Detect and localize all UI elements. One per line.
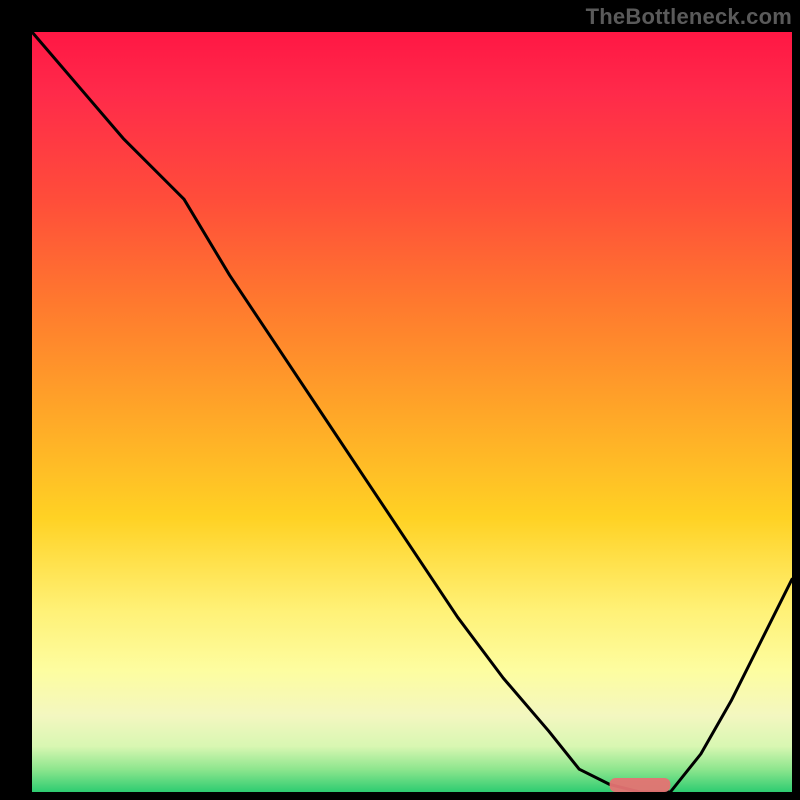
optimal-range-marker <box>610 778 671 792</box>
watermark-text: TheBottleneck.com <box>586 4 792 30</box>
bottleneck-curve <box>32 32 792 792</box>
chart-overlay <box>32 32 792 792</box>
chart-frame: TheBottleneck.com <box>0 0 800 800</box>
